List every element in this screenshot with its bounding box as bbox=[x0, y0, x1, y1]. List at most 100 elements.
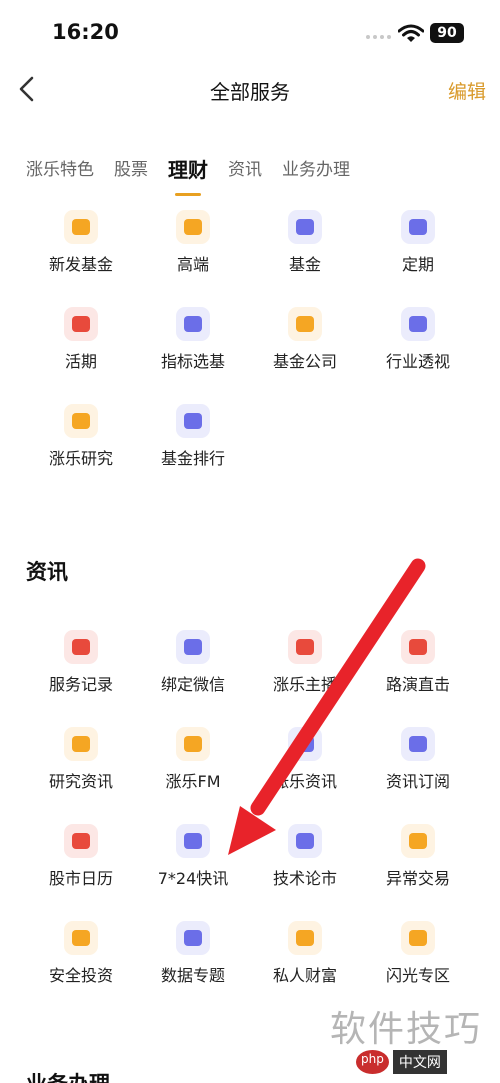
watermark-cn: 中文网 bbox=[392, 1050, 447, 1074]
fund-icon bbox=[288, 210, 322, 244]
service-item[interactable]: 指标选基 bbox=[138, 307, 248, 372]
status-bar: 16:20 90 bbox=[0, 0, 500, 62]
service-item-label: 涨乐主播 bbox=[272, 675, 337, 694]
service-item-label: 路演直击 bbox=[385, 675, 450, 694]
service-item-label: 基金 bbox=[288, 255, 321, 274]
service-item[interactable]: 高端 bbox=[138, 210, 248, 275]
service-item-label: 基金公司 bbox=[272, 352, 337, 371]
service-item[interactable]: 资讯订阅 bbox=[363, 727, 473, 792]
service-item[interactable]: 路演直击 bbox=[363, 630, 473, 695]
signal-icon bbox=[366, 35, 391, 39]
service-item-label: 资讯订阅 bbox=[385, 772, 450, 791]
tab-stocks[interactable]: 股票 bbox=[114, 155, 148, 185]
diamond-icon bbox=[176, 210, 210, 244]
shield-icon bbox=[64, 921, 98, 955]
service-item-label: 绑定微信 bbox=[160, 675, 225, 694]
service-item-label: 高端 bbox=[176, 255, 209, 274]
building-icon bbox=[288, 307, 322, 341]
business-section-title: 业务办理 bbox=[26, 1068, 110, 1083]
service-item[interactable]: 技术论市 bbox=[250, 824, 360, 889]
pen-icon bbox=[288, 824, 322, 858]
fixed-term-icon bbox=[401, 210, 435, 244]
service-item-label: 7*24快讯 bbox=[157, 869, 229, 888]
battery-icon: 90 bbox=[430, 23, 464, 43]
service-item[interactable]: 涨乐主播 bbox=[250, 630, 360, 695]
watermark-php: php bbox=[356, 1050, 389, 1074]
service-item[interactable]: 闪光专区 bbox=[363, 921, 473, 986]
service-item-label: 涨乐FM bbox=[165, 772, 221, 791]
flash-news-icon bbox=[176, 824, 210, 858]
service-item[interactable]: 股市日历 bbox=[26, 824, 136, 889]
subscribe-icon bbox=[401, 727, 435, 761]
service-item[interactable]: 新发基金 bbox=[26, 210, 136, 275]
service-item[interactable]: 绑定微信 bbox=[138, 630, 248, 695]
service-item-label: 研究资讯 bbox=[48, 772, 113, 791]
new-fund-icon bbox=[64, 210, 98, 244]
service-item-label: 新发基金 bbox=[48, 255, 113, 274]
page-title: 全部服务 bbox=[210, 80, 290, 104]
service-item[interactable]: 行业透视 bbox=[363, 307, 473, 372]
tab-news[interactable]: 资讯 bbox=[228, 155, 262, 185]
news-icon bbox=[288, 727, 322, 761]
tab-finance[interactable]: 理财 bbox=[168, 155, 208, 196]
nav-bar: 全部服务 编辑 bbox=[0, 62, 500, 116]
service-item[interactable]: 涨乐研究 bbox=[26, 404, 136, 469]
service-item-label: 服务记录 bbox=[48, 675, 113, 694]
active-tab-indicator bbox=[175, 193, 201, 196]
book-icon bbox=[64, 404, 98, 438]
service-item[interactable]: 安全投资 bbox=[26, 921, 136, 986]
service-item-label: 股市日历 bbox=[48, 869, 113, 888]
tab-business[interactable]: 业务办理 bbox=[282, 155, 350, 185]
research-doc-icon bbox=[64, 727, 98, 761]
service-item[interactable]: 异常交易 bbox=[363, 824, 473, 889]
service-item-label: 指标选基 bbox=[160, 352, 225, 371]
roadshow-icon bbox=[401, 630, 435, 664]
service-item[interactable]: 涨乐FM bbox=[138, 727, 248, 792]
edit-button[interactable]: 编辑 bbox=[448, 77, 486, 104]
data-chart-icon bbox=[176, 921, 210, 955]
status-time: 16:20 bbox=[52, 20, 119, 44]
tab-featured[interactable]: 涨乐特色 bbox=[26, 155, 94, 185]
calendar-icon bbox=[64, 824, 98, 858]
radio-icon bbox=[176, 727, 210, 761]
service-item-label: 涨乐资讯 bbox=[272, 772, 337, 791]
star-icon bbox=[401, 921, 435, 955]
service-item[interactable]: 7*24快讯 bbox=[138, 824, 248, 889]
service-item-label: 安全投资 bbox=[48, 966, 113, 985]
service-item[interactable]: 基金 bbox=[250, 210, 360, 275]
service-item-label: 闪光专区 bbox=[385, 966, 450, 985]
service-item[interactable]: 基金排行 bbox=[138, 404, 248, 469]
filter-icon bbox=[176, 307, 210, 341]
tab-finance-label: 理财 bbox=[168, 158, 208, 182]
category-tabs: 涨乐特色 股票 理财 资讯 业务办理 bbox=[26, 155, 370, 203]
service-item[interactable]: 定期 bbox=[363, 210, 473, 275]
watermark-text: 软件技巧 bbox=[330, 1009, 483, 1050]
wifi-icon bbox=[398, 24, 424, 42]
service-item-label: 私人财富 bbox=[272, 966, 337, 985]
yuan-coin-icon bbox=[64, 307, 98, 341]
alert-coin-icon bbox=[401, 824, 435, 858]
service-item[interactable]: 研究资讯 bbox=[26, 727, 136, 792]
service-item[interactable]: 私人财富 bbox=[250, 921, 360, 986]
service-item[interactable]: 涨乐资讯 bbox=[250, 727, 360, 792]
service-item-label: 数据专题 bbox=[160, 966, 225, 985]
anchor-icon bbox=[288, 630, 322, 664]
industry-chart-icon bbox=[401, 307, 435, 341]
wechat-icon bbox=[176, 630, 210, 664]
wealth-icon bbox=[288, 921, 322, 955]
service-item-label: 异常交易 bbox=[385, 869, 450, 888]
service-item-label: 涨乐研究 bbox=[48, 449, 113, 468]
news-section-title: 资讯 bbox=[26, 560, 68, 584]
service-item[interactable]: 基金公司 bbox=[250, 307, 360, 372]
service-item-label: 技术论市 bbox=[272, 869, 337, 888]
service-item[interactable]: 数据专题 bbox=[138, 921, 248, 986]
ranking-icon bbox=[176, 404, 210, 438]
service-item[interactable]: 服务记录 bbox=[26, 630, 136, 695]
service-item-label: 定期 bbox=[401, 255, 434, 274]
watermark-site-logo: php 中文网 bbox=[356, 1050, 447, 1074]
service-item-label: 基金排行 bbox=[160, 449, 225, 468]
heart-icon bbox=[64, 630, 98, 664]
service-item-label: 活期 bbox=[64, 352, 97, 371]
service-item[interactable]: 活期 bbox=[26, 307, 136, 372]
service-item-label: 行业透视 bbox=[385, 352, 450, 371]
